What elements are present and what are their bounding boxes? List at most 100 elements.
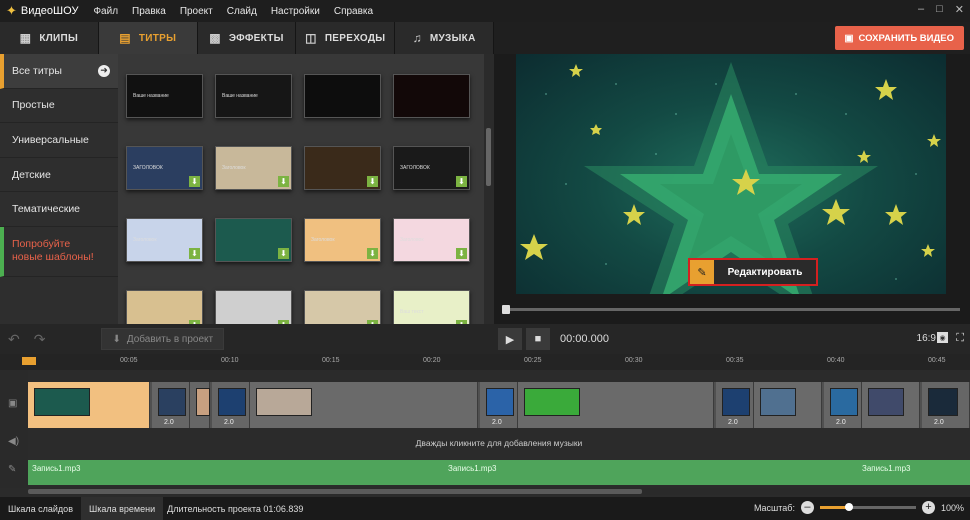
download-icon[interactable]: ⬇ [367, 248, 378, 259]
scrollbar-thumb[interactable] [28, 489, 642, 494]
save-video-button[interactable]: ▣ СОХРАНИТЬ ВИДЕО [834, 26, 964, 50]
menu-file[interactable]: Файл [86, 6, 125, 17]
stop-button[interactable]: ■ [526, 328, 550, 350]
timeline-slide[interactable] [754, 382, 822, 428]
ruler-tick-label: 00:20 [423, 357, 441, 364]
title-template-thumbnail[interactable]: ⬇ [304, 290, 381, 324]
timeline-slide[interactable] [190, 382, 210, 428]
category-kids[interactable]: Детские [0, 158, 118, 193]
undo-icon[interactable]: ↶ [8, 331, 20, 348]
pencil-icon: ✎ [690, 260, 714, 284]
timeline-scrollbar[interactable] [28, 488, 970, 495]
title-template-thumbnail[interactable]: Заголовок ⬇ [304, 218, 381, 262]
snapshot-icon[interactable]: ◉ [937, 332, 948, 343]
title-template-thumbnail[interactable]: ЗАГОЛОВОК ⬇ [126, 146, 203, 190]
title-template-thumbnail[interactable] [393, 74, 470, 118]
title-template-thumbnail[interactable]: Заголовок ⬇ [215, 146, 292, 190]
title-template-thumbnail[interactable]: ⬇ [304, 146, 381, 190]
tab-clips[interactable]: ▦ КЛИПЫ [0, 22, 99, 54]
voice-track[interactable]: Запись1.mp3 Запись1.mp3 Запись1.mp3 [28, 460, 970, 485]
tab-music[interactable]: ♫ МУЗЫКА [395, 22, 494, 54]
title-template-thumbnail[interactable]: ⬇ [215, 218, 292, 262]
download-icon[interactable]: ⬇ [367, 176, 378, 187]
film-icon: ▦ [19, 31, 32, 45]
download-icon[interactable]: ⬇ [456, 248, 467, 259]
record-clip[interactable]: Запись1.mp3 [448, 464, 496, 473]
timeline-slide[interactable]: 2.0 [922, 382, 970, 428]
menu-help[interactable]: Справка [327, 6, 380, 17]
redo-icon[interactable]: ↷ [34, 331, 46, 348]
gallery-scrollbar[interactable] [484, 54, 494, 324]
tab-timeline-view[interactable]: Шкала времени [80, 497, 164, 520]
microphone-icon: ✎ [8, 464, 17, 475]
title-template-thumbnail[interactable]: ⬇ [126, 290, 203, 324]
maximize-icon[interactable]: □ [936, 3, 943, 16]
category-universal[interactable]: Универсальные [0, 123, 118, 158]
menu-settings[interactable]: Настройки [264, 6, 327, 17]
tab-effects[interactable]: ▩ ЭФФЕКТЫ [197, 22, 297, 54]
ruler-tick-label: 00:05 [120, 357, 138, 364]
timeline-playhead[interactable] [22, 357, 36, 365]
promo-new-templates[interactable]: Попробуйте новые шаблоны! [0, 226, 118, 277]
download-icon[interactable]: ⬇ [189, 176, 200, 187]
download-icon[interactable]: ⬇ [278, 176, 289, 187]
zoom-slider[interactable] [819, 503, 916, 511]
category-thematic[interactable]: Тематические [0, 192, 118, 227]
record-clip[interactable]: Запись1.mp3 [32, 464, 80, 473]
tab-titles[interactable]: ▤ ТИТРЫ [98, 22, 198, 54]
close-icon[interactable]: ✕ [955, 3, 964, 16]
aspect-ratio-selector[interactable]: 16:9 [917, 333, 936, 344]
category-all[interactable]: Все титры ➜ [0, 54, 118, 89]
timeline-slide[interactable]: 2.0 [152, 382, 190, 428]
zoom-value: 100% [940, 502, 964, 513]
slide-thumbnail [722, 388, 750, 416]
arrow-down-icon: ⬇ [112, 333, 121, 345]
play-button[interactable]: ▶ [498, 328, 522, 350]
tab-slide-view[interactable]: Шкала слайдов [0, 497, 81, 520]
slide-thumbnail [868, 388, 904, 416]
seekbar-knob[interactable] [502, 305, 510, 314]
slide-track: 2.0 2.0 2.0 2.0 2.0 2.0 [28, 382, 970, 428]
title-template-thumbnail[interactable] [304, 74, 381, 118]
timeline-slide[interactable]: 2.0 [480, 382, 518, 428]
arrow-right-icon: ➜ [98, 64, 110, 77]
category-simple[interactable]: Простые [0, 89, 118, 124]
menu-bar: ✦ ВидеоШОУ Файл Правка Проект Слайд Настр… [0, 0, 970, 22]
timeline-slide[interactable] [250, 382, 478, 428]
menu-slide[interactable]: Слайд [220, 6, 264, 17]
title-template-thumbnail[interactable]: Ваш текст⬇ [393, 290, 470, 324]
zoom-slider-knob[interactable] [844, 503, 853, 511]
menu-project[interactable]: Проект [173, 6, 220, 17]
menu-edit[interactable]: Правка [125, 6, 173, 17]
minimize-icon[interactable]: – [918, 3, 924, 16]
timeline-slide[interactable] [862, 382, 920, 428]
preview-canvas: ✎ Редактировать [516, 54, 946, 294]
title-template-thumbnail[interactable]: Ваше название [126, 74, 203, 118]
fullscreen-icon[interactable]: ⛶ [956, 332, 964, 345]
download-icon[interactable]: ⬇ [456, 176, 467, 187]
title-template-thumbnail[interactable]: Ваше название [215, 74, 292, 118]
download-icon[interactable]: ⬇ [278, 248, 289, 259]
zoom-out-button[interactable]: – [800, 501, 814, 514]
title-template-thumbnail[interactable]: ЗАГОЛОВОК ⬇ [393, 146, 470, 190]
timeline-slide[interactable] [518, 382, 714, 428]
edit-title-button[interactable]: ✎ Редактировать [688, 258, 818, 286]
timeline-slide[interactable]: 2.0 [824, 382, 862, 428]
record-clip[interactable]: Запись1.mp3 [862, 464, 910, 473]
title-template-thumbnail[interactable]: Заголовок ⬇ [126, 218, 203, 262]
timeline-slide[interactable] [28, 382, 150, 428]
timeline-slide[interactable]: 2.0 [212, 382, 250, 428]
music-track[interactable]: Дважды кликните для добавления музыки [28, 432, 970, 454]
tab-transitions[interactable]: ◫ ПЕРЕХОДЫ [296, 22, 396, 54]
timeline-slide[interactable]: 2.0 [716, 382, 754, 428]
zoom-in-button[interactable]: + [921, 501, 935, 514]
scrollbar-thumb[interactable] [486, 128, 491, 186]
download-icon[interactable]: ⬇ [189, 248, 200, 259]
title-template-thumbnail[interactable]: Заголовок ⬇ [393, 218, 470, 262]
title-template-thumbnail[interactable]: ⬇ [215, 290, 292, 324]
image-track-icon: ▣ [8, 398, 18, 409]
add-to-project-button[interactable]: ⬇ Добавить в проект [101, 328, 225, 350]
transition-duration: 2.0 [728, 419, 738, 426]
music-icon: ♫ [412, 31, 422, 45]
preview-seekbar[interactable] [502, 305, 960, 314]
